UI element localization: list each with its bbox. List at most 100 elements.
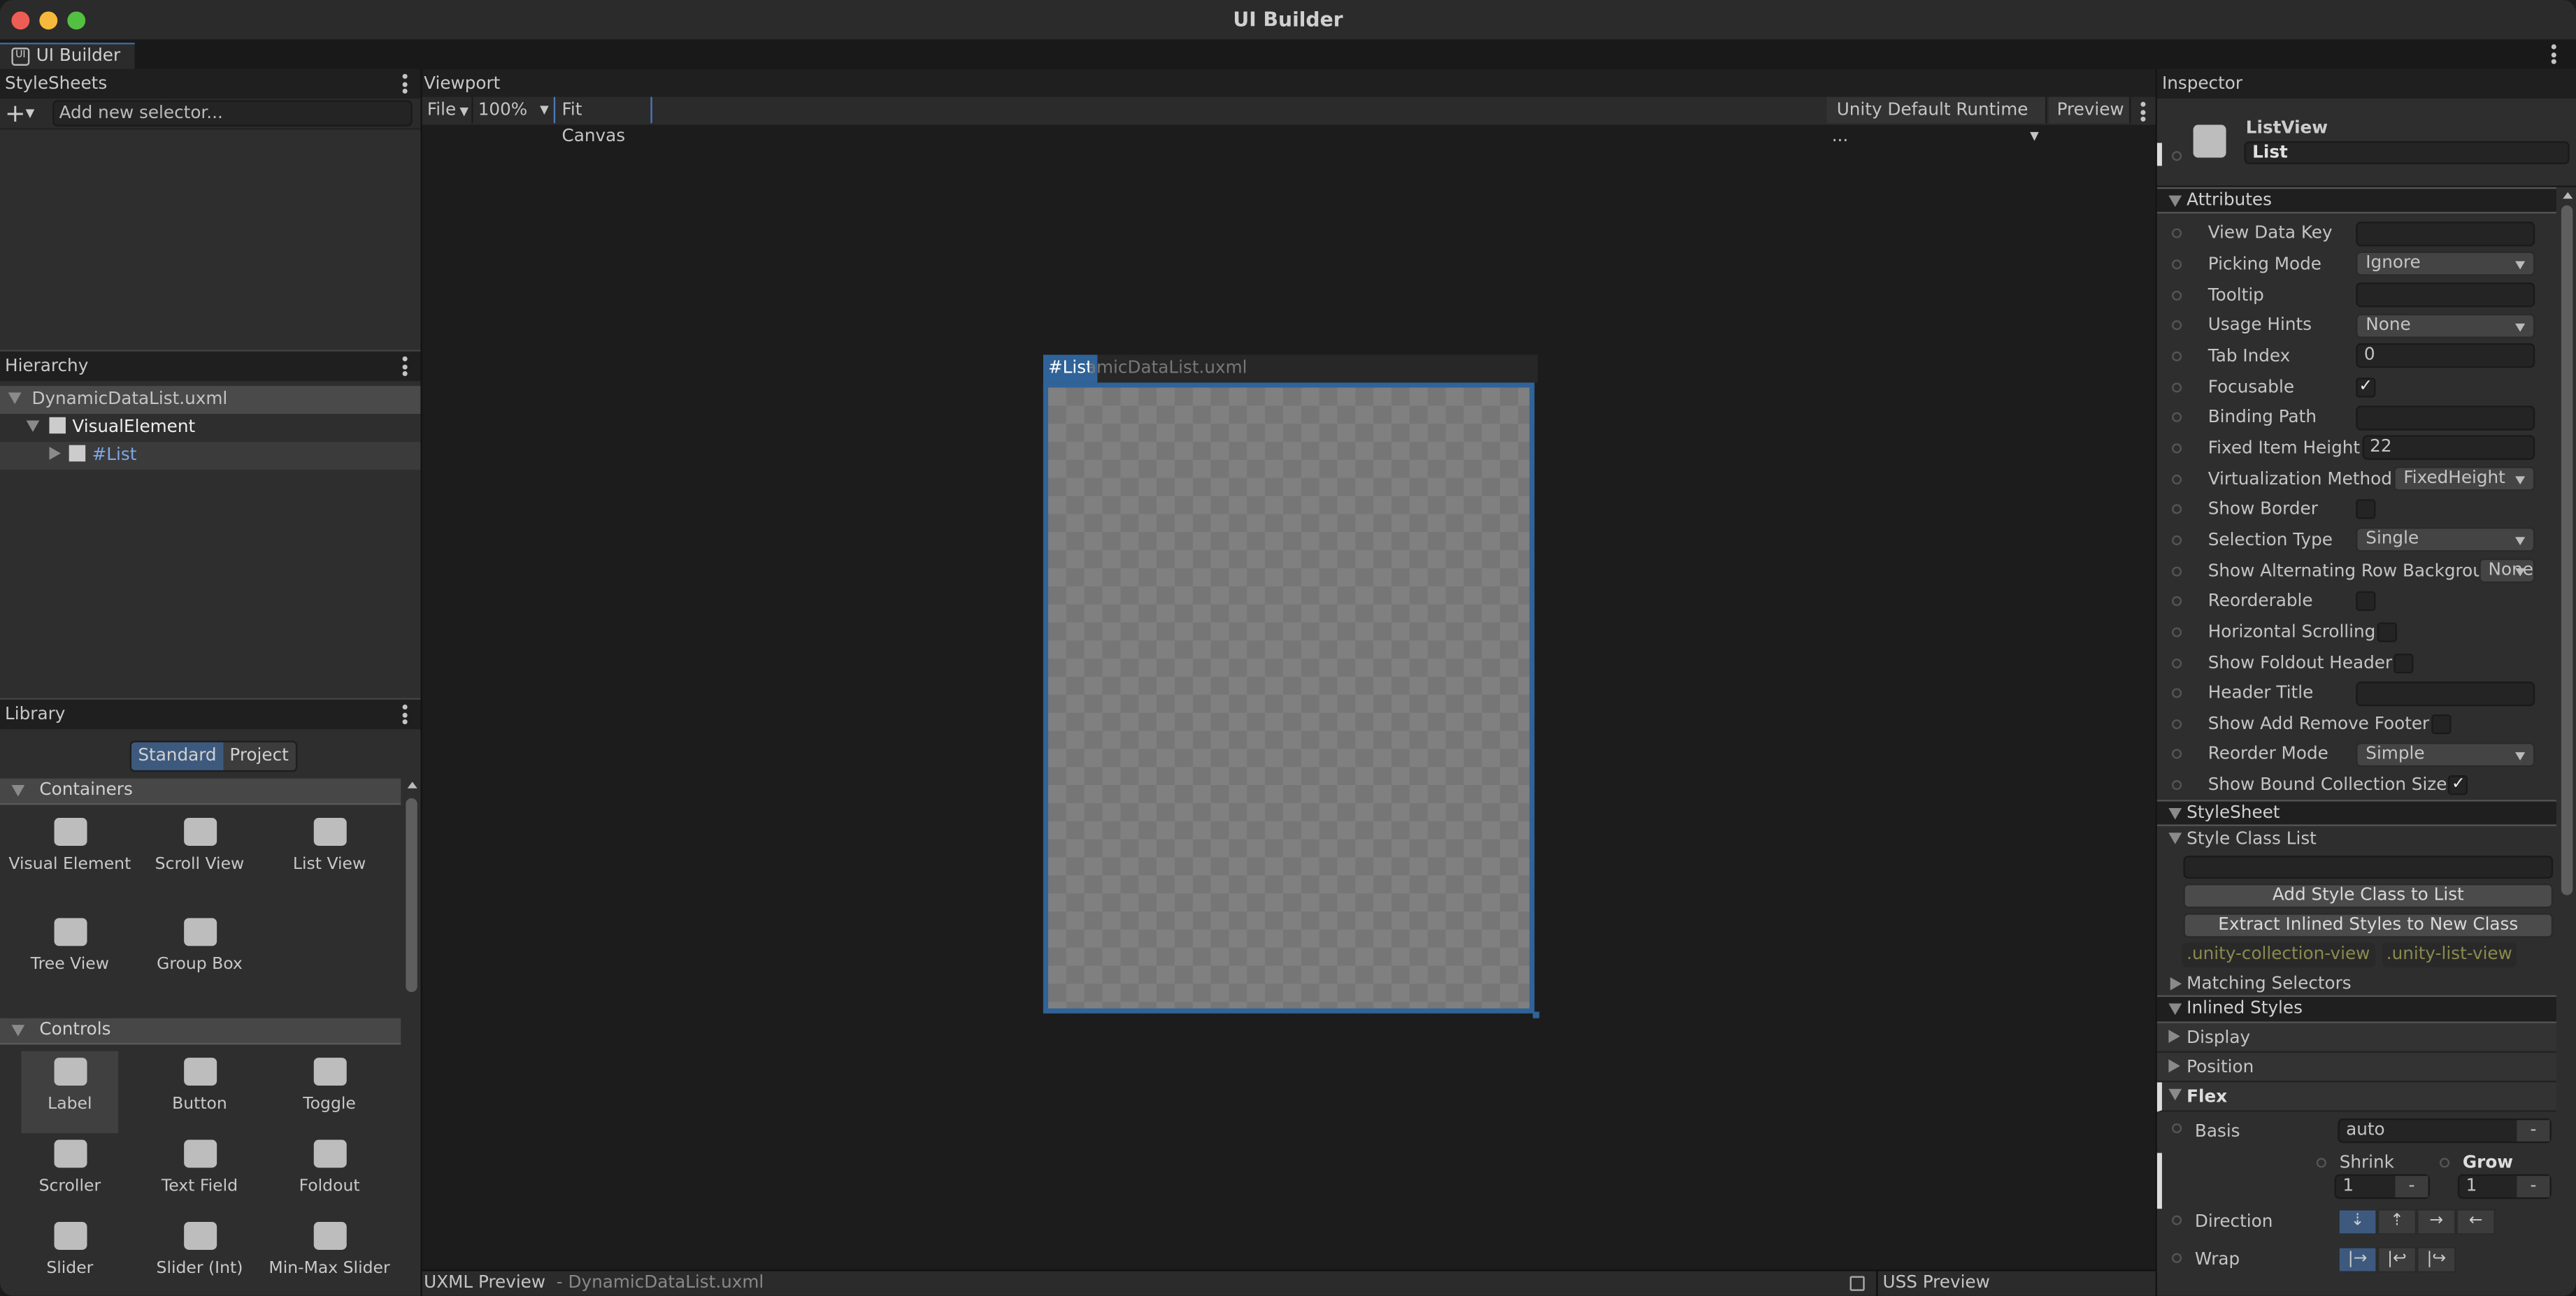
- tooltip-input[interactable]: [2356, 282, 2535, 308]
- horizontal-scrolling-checkbox[interactable]: [2377, 622, 2397, 642]
- view-data-key-input[interactable]: [2356, 221, 2535, 247]
- inlined-styles-foldout[interactable]: Inlined Styles: [2156, 998, 2556, 1024]
- library-item-text-field[interactable]: Text Field: [135, 1133, 265, 1215]
- hierarchy-menu-icon[interactable]: [401, 356, 407, 377]
- style-class-tag[interactable]: .unity-collection-view: [2182, 943, 2375, 968]
- show-alternating-row-backgrounds-dropdown[interactable]: None: [2478, 558, 2535, 584]
- focusable-checkbox[interactable]: ✓: [2356, 377, 2376, 397]
- tree-item-document[interactable]: DynamicDataList.uxml: [0, 386, 421, 415]
- library-section-containers[interactable]: Containers: [0, 778, 401, 805]
- collapse-arrow-icon[interactable]: [49, 447, 61, 460]
- zoom-dropdown[interactable]: 100% ▼: [473, 96, 556, 124]
- basis-input[interactable]: auto -: [2338, 1119, 2552, 1144]
- style-class-input[interactable]: [2183, 856, 2554, 880]
- library-menu-icon[interactable]: [401, 704, 407, 725]
- uss-preview-bar[interactable]: USS Preview: [1876, 1269, 2156, 1296]
- attr-label: Fixed Item Height: [2208, 438, 2361, 459]
- attributes-foldout[interactable]: Attributes: [2156, 187, 2556, 214]
- close-button[interactable]: [11, 11, 30, 30]
- library-item-min-max-slider[interactable]: Min-Max Slider: [264, 1216, 394, 1296]
- wrap-nowrap-button[interactable]: |→: [2338, 1247, 2377, 1274]
- direction-column-reverse-button[interactable]: ⇡: [2377, 1209, 2417, 1236]
- maximize-button[interactable]: [67, 11, 86, 30]
- show-add-remove-footer-checkbox[interactable]: [2431, 714, 2451, 734]
- stylesheets-menu-icon[interactable]: [401, 73, 407, 94]
- library-section-controls[interactable]: Controls: [0, 1018, 401, 1045]
- position-foldout[interactable]: Position: [2156, 1053, 2556, 1083]
- extract-inlined-styles-button[interactable]: Extract Inlined Styles to New Class: [2183, 914, 2554, 939]
- binding-path-input[interactable]: [2356, 405, 2535, 431]
- expand-arrow-icon[interactable]: [11, 1025, 25, 1037]
- tab-project[interactable]: Project: [223, 742, 296, 770]
- viewport-menu-icon[interactable]: [2139, 101, 2145, 122]
- grow-unit-button[interactable]: -: [2517, 1176, 2550, 1198]
- show-foldout-header-checkbox[interactable]: [2393, 652, 2414, 673]
- library-item-label[interactable]: Label: [21, 1051, 119, 1134]
- resize-handle[interactable]: [1533, 1011, 1540, 1018]
- library-scroll-thumb[interactable]: [406, 798, 417, 993]
- library-item-scroller[interactable]: Scroller: [5, 1133, 135, 1215]
- tab-index-input[interactable]: 0: [2356, 344, 2535, 369]
- add-style-class-button[interactable]: Add Style Class to List: [2183, 884, 2554, 909]
- header-title-input[interactable]: [2356, 681, 2535, 706]
- library-item-slider-int[interactable]: Slider (Int): [135, 1216, 265, 1296]
- library-item-group-box[interactable]: Group Box: [135, 912, 265, 1011]
- list-view-icon: [313, 818, 346, 846]
- direction-row-reverse-button[interactable]: ←: [2456, 1209, 2496, 1236]
- canvas-list-element[interactable]: [1043, 382, 1535, 1014]
- tree-item-visualelement[interactable]: VisualElement: [0, 414, 420, 442]
- ui-builder-window: UI Builder UI UI Builder StyleSheets +▼ …: [0, 0, 2576, 1296]
- usage-hints-dropdown[interactable]: None: [2356, 313, 2535, 338]
- flex-foldout[interactable]: Flex: [2156, 1083, 2556, 1113]
- matching-selectors-foldout[interactable]: Matching Selectors: [2156, 972, 2556, 998]
- show-border-checkbox[interactable]: [2356, 499, 2376, 519]
- library-item-scroll-view[interactable]: Scroll View: [135, 812, 265, 912]
- expand-arrow-icon[interactable]: [8, 392, 22, 404]
- reorder-mode-dropdown[interactable]: Simple: [2356, 742, 2535, 768]
- shrink-input[interactable]: 1-: [2334, 1174, 2430, 1200]
- expand-arrow-icon[interactable]: [11, 785, 25, 797]
- expand-arrow-icon[interactable]: [26, 420, 40, 432]
- display-foldout[interactable]: Display: [2156, 1023, 2556, 1054]
- style-class-tag[interactable]: .unity-list-view: [2381, 943, 2517, 968]
- direction-column-button[interactable]: ⇣: [2338, 1209, 2377, 1236]
- theme-dropdown[interactable]: Unity Default Runtime ... ▼: [1826, 96, 2047, 146]
- preview-button[interactable]: Preview: [2048, 96, 2131, 124]
- library-item-tree-view[interactable]: Tree View: [5, 912, 135, 1011]
- picking-mode-dropdown[interactable]: Ignore: [2356, 252, 2535, 277]
- new-selector-input[interactable]: Add new selector...: [52, 100, 413, 127]
- show-bound-collection-size-checkbox[interactable]: ✓: [2448, 775, 2468, 795]
- selection-type-dropdown[interactable]: Single: [2356, 528, 2535, 553]
- reorderable-checkbox[interactable]: [2356, 591, 2376, 612]
- add-stylesheet-button[interactable]: +▼: [5, 99, 51, 130]
- wrap-reverse-button[interactable]: |↪: [2417, 1247, 2456, 1274]
- fixed-item-height-input[interactable]: 22: [2361, 435, 2535, 461]
- library-item-toggle[interactable]: Toggle: [264, 1051, 394, 1133]
- canvas-header[interactable]: #List DynamicDataList.uxml: [1043, 354, 1538, 383]
- tab-standard[interactable]: Standard: [131, 742, 224, 770]
- minimize-button[interactable]: [39, 11, 58, 30]
- library-item-visual-element[interactable]: Visual Element: [5, 812, 135, 912]
- library-scrollbar[interactable]: [404, 782, 419, 1294]
- tree-item-list[interactable]: #List: [0, 442, 421, 470]
- wrap-wrap-button[interactable]: |↩: [2377, 1247, 2417, 1274]
- grow-input[interactable]: 1-: [2457, 1174, 2552, 1200]
- library-item-list-view[interactable]: List View: [264, 812, 394, 912]
- virtualization-method-dropdown[interactable]: FixedHeight: [2393, 466, 2535, 491]
- element-name-input[interactable]: List: [2244, 141, 2570, 164]
- fit-canvas-button[interactable]: Fit Canvas: [557, 96, 652, 146]
- tab-ui-builder[interactable]: UI UI Builder: [0, 43, 135, 69]
- library-item-slider[interactable]: Slider: [5, 1216, 135, 1296]
- library-item-button[interactable]: Button: [135, 1051, 265, 1133]
- shrink-unit-button[interactable]: -: [2395, 1176, 2428, 1198]
- basis-unit-button[interactable]: -: [2517, 1121, 2550, 1143]
- direction-row-button[interactable]: →: [2417, 1209, 2456, 1236]
- stylesheet-foldout[interactable]: StyleSheet: [2156, 800, 2556, 827]
- open-external-icon[interactable]: [1849, 1276, 1865, 1291]
- window-menu-icon[interactable]: [2549, 44, 2556, 64]
- style-class-list-foldout[interactable]: Style Class List: [2157, 827, 2556, 854]
- library-item-foldout[interactable]: Foldout: [264, 1133, 394, 1215]
- file-menu[interactable]: File ▼: [422, 96, 473, 124]
- inspector-scroll-thumb[interactable]: [2561, 205, 2573, 895]
- inspector-scrollbar[interactable]: [2560, 187, 2575, 1296]
